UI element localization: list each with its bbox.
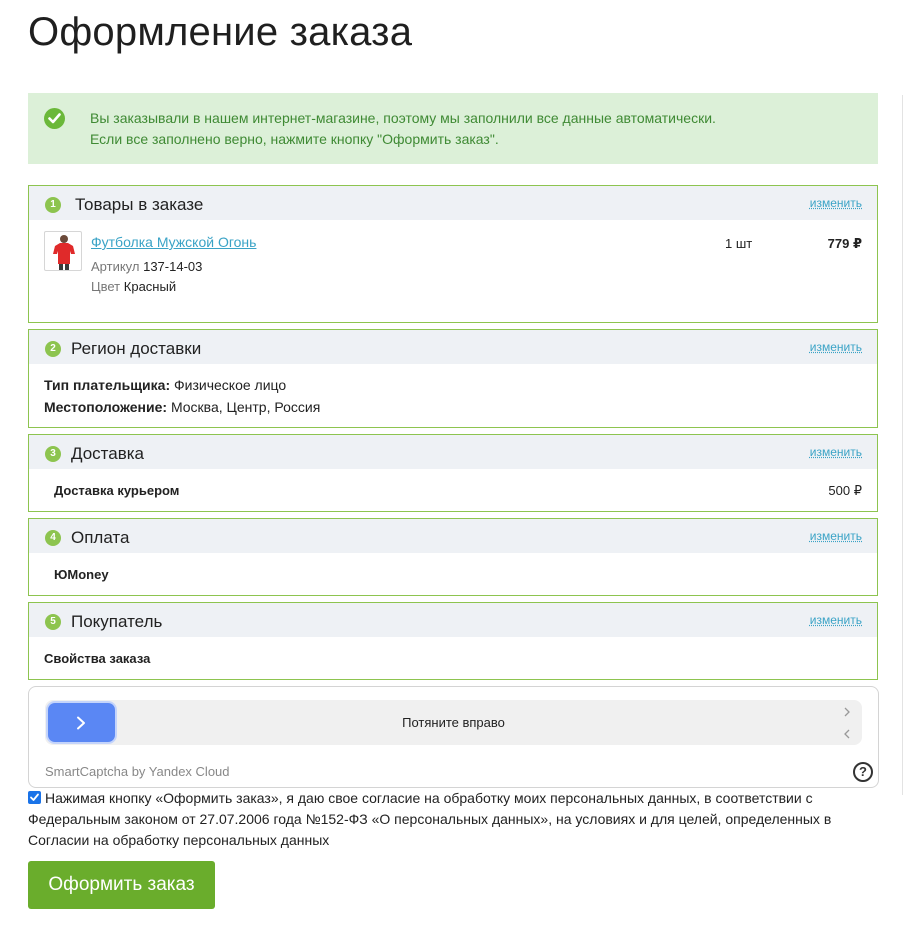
product-name-link[interactable]: Футболка Мужской Огонь bbox=[91, 234, 256, 250]
section-title: Покупатель bbox=[71, 612, 163, 631]
section-buyer: 5 Покупатель изменить Свойства заказа bbox=[28, 602, 878, 680]
step-number: 2 bbox=[45, 341, 61, 357]
delivery-price: 500 ₽ bbox=[828, 483, 862, 498]
edit-goods-link[interactable]: изменить bbox=[810, 196, 862, 210]
notice-line-2: Если все заполнено верно, нажмите кнопку… bbox=[90, 131, 499, 147]
submit-order-button[interactable]: Оформить заказ bbox=[28, 861, 215, 909]
captcha-slider-label: Потяните вправо bbox=[402, 715, 505, 730]
captcha-brand: SmartCaptcha by Yandex Cloud bbox=[45, 764, 230, 779]
check-circle-icon bbox=[44, 108, 65, 129]
color-label: Цвет bbox=[91, 279, 121, 294]
edit-payment-link[interactable]: изменить bbox=[810, 529, 862, 543]
section-title: Товары в заказе bbox=[75, 195, 204, 214]
section-buyer-header: 5 Покупатель изменить bbox=[29, 603, 877, 637]
delivery-method: Доставка курьером bbox=[54, 483, 180, 498]
consent-text: Нажимая кнопку «Оформить заказ», я даю с… bbox=[28, 790, 832, 848]
color-value: Красный bbox=[123, 279, 177, 294]
location-label: Местоположение: bbox=[44, 399, 168, 415]
article-label: Артикул bbox=[91, 259, 140, 274]
edit-buyer-link[interactable]: изменить bbox=[810, 613, 862, 627]
section-delivery: 3 Доставка изменить Доставка курьером 50… bbox=[28, 434, 878, 512]
chevron-right-icon bbox=[77, 716, 85, 730]
edit-delivery-link[interactable]: изменить bbox=[810, 445, 862, 459]
section-title: Регион доставки bbox=[71, 339, 202, 358]
payment-method: ЮMoney bbox=[54, 567, 109, 582]
section-region-header: 2 Регион доставки изменить bbox=[29, 330, 877, 364]
autofill-notice: Вы заказывали в нашем интернет-магазине,… bbox=[28, 93, 878, 164]
checkmark-icon bbox=[30, 793, 39, 801]
section-title: Доставка bbox=[71, 444, 145, 463]
section-goods: 1 Товары в заказе изменить Футболка Мужс… bbox=[28, 185, 878, 323]
section-payment-header: 4 Оплата изменить bbox=[29, 519, 877, 553]
section-title: Оплата bbox=[71, 528, 130, 547]
payer-type-label: Тип плательщика: bbox=[44, 377, 171, 393]
captcha-slider-track[interactable]: Потяните вправо bbox=[45, 700, 862, 745]
location-value: Москва, Центр, Россия bbox=[170, 399, 321, 415]
product-article: Артикул 137-14-03 bbox=[91, 259, 202, 274]
step-number: 3 bbox=[45, 446, 61, 462]
product-quantity: 1 шт bbox=[725, 236, 753, 251]
product-image[interactable] bbox=[44, 231, 82, 271]
product-color: Цвет Красный bbox=[91, 279, 176, 294]
step-number: 4 bbox=[45, 530, 61, 546]
order-properties-label: Свойства заказа bbox=[44, 651, 151, 666]
help-icon[interactable]: ? bbox=[853, 762, 873, 782]
product-price: 779 ₽ bbox=[827, 236, 862, 251]
section-delivery-header: 3 Доставка изменить bbox=[29, 435, 877, 469]
step-number: 5 bbox=[45, 614, 61, 630]
step-number: 1 bbox=[45, 197, 61, 213]
consent-checkbox[interactable] bbox=[28, 791, 41, 804]
section-goods-header: 1 Товары в заказе изменить bbox=[29, 186, 877, 220]
edit-region-link[interactable]: изменить bbox=[810, 340, 862, 354]
location: Местоположение: Москва, Центр, Россия bbox=[44, 399, 320, 415]
captcha-slider-handle[interactable] bbox=[48, 703, 115, 742]
notice-text: Вы заказывали в нашем интернет-магазине,… bbox=[90, 108, 716, 150]
payer-type-value: Физическое лицо bbox=[174, 377, 287, 393]
payer-type: Тип плательщика: Физическое лицо bbox=[44, 377, 286, 393]
notice-line-1: Вы заказывали в нашем интернет-магазине,… bbox=[90, 110, 716, 126]
section-payment: 4 Оплата изменить ЮMoney bbox=[28, 518, 878, 596]
section-region: 2 Регион доставки изменить Тип плательщи… bbox=[28, 329, 878, 428]
captcha-arrows-icon bbox=[844, 707, 850, 739]
page-title: Оформление заказа bbox=[28, 10, 413, 54]
smart-captcha: Потяните вправо SmartCaptcha by Yandex C… bbox=[28, 686, 879, 788]
article-value: 137-14-03 bbox=[143, 259, 203, 274]
